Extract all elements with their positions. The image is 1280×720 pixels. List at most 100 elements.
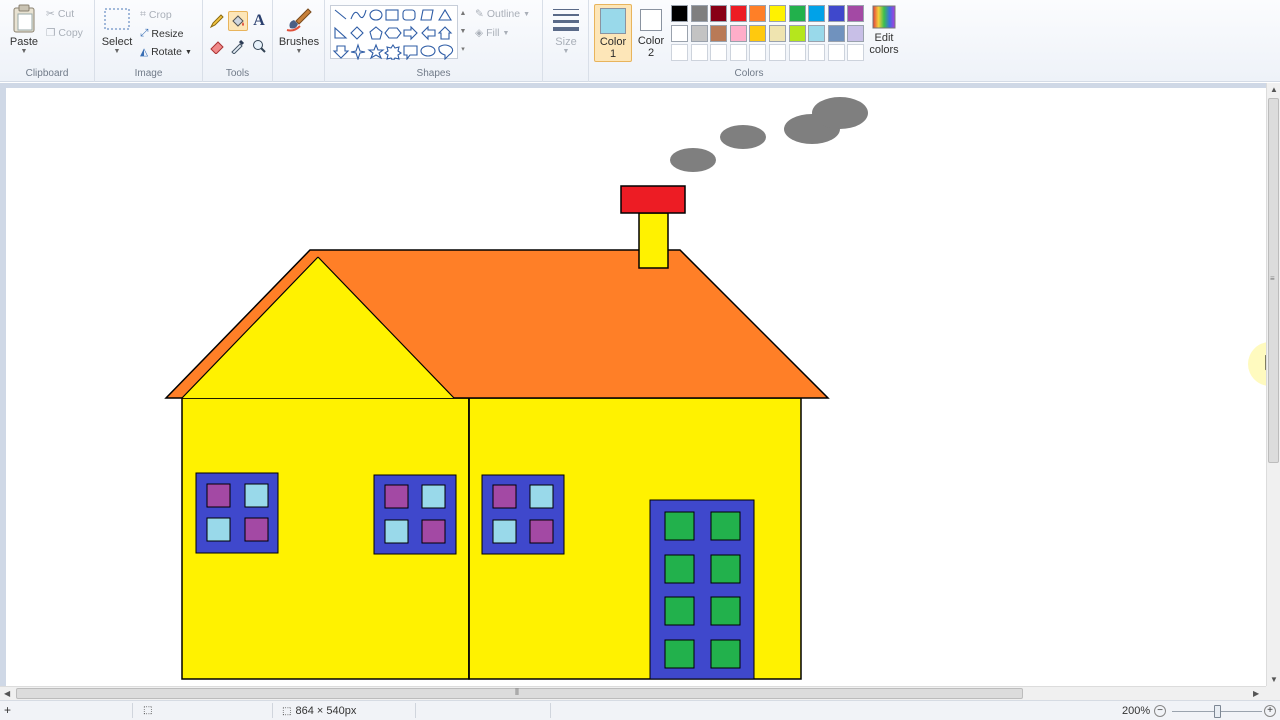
palette-swatch[interactable] — [671, 24, 688, 42]
color2-swatch — [640, 9, 662, 31]
cursor-position: + — [4, 703, 12, 717]
edit-colors-button[interactable]: Edit colors — [867, 4, 901, 56]
palette-swatch[interactable] — [769, 5, 786, 22]
palette-swatch[interactable] — [808, 44, 826, 62]
palette-swatch[interactable] — [749, 44, 767, 62]
scroll-down-icon[interactable]: ▼ — [1270, 675, 1278, 684]
resize-button[interactable]: ⤢ Resize — [140, 27, 184, 40]
palette-swatch[interactable] — [710, 24, 728, 42]
clipboard-group-label: Clipboard — [25, 68, 69, 79]
palette-swatch[interactable] — [710, 5, 728, 22]
scroll-left-icon[interactable]: ◀ — [4, 689, 10, 698]
palette-swatch[interactable] — [788, 44, 806, 62]
color-picker-tool[interactable] — [228, 36, 248, 56]
palette-swatch[interactable] — [710, 44, 728, 62]
palette-swatch[interactable] — [808, 5, 826, 22]
fill-button[interactable]: ◈ Fill ▼ — [475, 27, 509, 39]
zoom-out-button[interactable]: − — [1154, 705, 1166, 717]
cut-button[interactable]: ✂ Cut — [46, 8, 74, 20]
palette-swatch[interactable] — [808, 24, 826, 42]
horizontal-scroll-thumb[interactable]: ⦀ — [16, 687, 1023, 699]
palette-swatch[interactable] — [690, 44, 708, 62]
color1-swatch — [600, 8, 626, 34]
eraser-icon — [210, 41, 224, 54]
resize-icon: ⤢ — [140, 27, 149, 39]
horizontal-scrollbar[interactable]: ◀ ⦀ ▶ — [0, 686, 1266, 700]
rainbow-palette-icon — [872, 5, 896, 29]
paste-label: Paste — [9, 36, 39, 48]
zoom-level: 200% — [1122, 705, 1150, 717]
pencil-icon — [209, 14, 224, 29]
line-size-icon — [553, 9, 579, 31]
palette-swatch[interactable] — [749, 24, 767, 42]
scroll-right-icon[interactable]: ▶ — [1253, 689, 1259, 698]
brushes-button[interactable]: Brushes ▼ — [278, 4, 320, 55]
color2-label: Color — [637, 35, 665, 47]
color-palette — [671, 5, 871, 65]
text-tool[interactable]: A — [249, 11, 269, 31]
palette-swatch[interactable] — [769, 44, 786, 62]
palette-swatch[interactable] — [827, 24, 845, 42]
palette-swatch[interactable] — [847, 44, 865, 62]
palette-swatch[interactable] — [769, 24, 786, 42]
door — [649, 499, 755, 680]
crop-label: Crop — [148, 8, 172, 21]
status-bar: + ⬚ ⬚ 864 × 540px 200% − + — [0, 700, 1280, 720]
window — [481, 474, 565, 555]
scroll-corner — [1266, 686, 1280, 700]
palette-swatch[interactable] — [671, 5, 688, 22]
crop-button[interactable]: ⌗ Crop — [140, 8, 172, 21]
copy-button[interactable]: ❐ Copy — [46, 27, 83, 39]
eraser-tool[interactable] — [207, 36, 227, 56]
palette-swatch[interactable] — [729, 5, 747, 22]
resize-label: Resize — [151, 27, 184, 40]
ribbon: Paste ▼ ✂ Cut ❐ Copy Clipboard Select ▼ … — [0, 0, 1280, 82]
magnifier-tool[interactable] — [249, 36, 269, 56]
color1-button[interactable]: Color 1 — [594, 4, 632, 62]
palette-swatch[interactable] — [690, 5, 708, 22]
vertical-scrollbar[interactable]: ▲ ≡ ▼ — [1266, 83, 1280, 686]
palette-swatch[interactable] — [749, 5, 767, 22]
pencil-tool[interactable] — [207, 11, 227, 31]
palette-swatch[interactable] — [788, 24, 806, 42]
fill-tool[interactable] — [228, 11, 248, 31]
outline-icon: ✎ — [475, 8, 484, 20]
shapes-scroll[interactable]: ▲ ▼ ▾ — [458, 5, 468, 59]
vertical-scroll-thumb[interactable]: ≡ — [1268, 98, 1279, 463]
rotate-button[interactable]: ◭ Rotate ▼ — [140, 46, 192, 58]
paste-button[interactable]: Paste ▼ — [8, 4, 40, 55]
palette-swatch[interactable] — [671, 44, 688, 62]
status-separator — [272, 703, 273, 718]
zoom-slider-thumb[interactable] — [1214, 705, 1221, 718]
size-group: Size ▼ — [543, 0, 589, 82]
crosshair-icon: + — [4, 703, 12, 717]
copy-label: Copy — [58, 27, 83, 39]
smoke-puff — [812, 97, 868, 129]
palette-swatch[interactable] — [847, 5, 865, 22]
palette-swatch[interactable] — [847, 24, 865, 42]
palette-swatch[interactable] — [690, 24, 708, 42]
zoom-in-button[interactable]: + — [1264, 705, 1276, 717]
palette-swatch[interactable] — [827, 5, 845, 22]
color2-button[interactable]: Color 2 — [632, 4, 670, 62]
chevron-down-icon: ▼ — [523, 10, 531, 18]
tools-group-label: Tools — [225, 68, 250, 79]
status-separator — [132, 703, 133, 718]
canvas-area — [0, 83, 1268, 686]
outline-button[interactable]: ✎ Outline ▼ — [475, 8, 530, 20]
palette-swatch[interactable] — [729, 44, 747, 62]
scroll-up-icon[interactable]: ▲ — [1270, 85, 1278, 94]
grip-icon: ≡ — [1270, 274, 1275, 283]
select-button[interactable]: Select ▼ — [101, 4, 133, 55]
palette-swatch[interactable] — [827, 44, 845, 62]
drawing-canvas[interactable] — [6, 88, 1268, 686]
size-button[interactable]: Size ▼ — [549, 4, 583, 55]
palette-swatch[interactable] — [788, 5, 806, 22]
palette-swatch[interactable] — [729, 24, 747, 42]
status-separator — [415, 703, 416, 718]
select-label: Select — [101, 36, 133, 48]
color1-label: Color — [599, 36, 627, 48]
shapes-gallery-icons — [332, 8, 454, 60]
chimney — [638, 212, 669, 269]
eyedropper-icon — [231, 39, 245, 54]
